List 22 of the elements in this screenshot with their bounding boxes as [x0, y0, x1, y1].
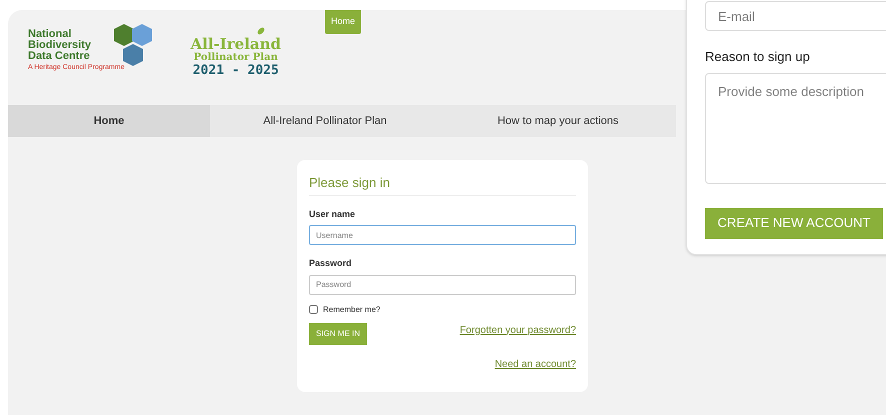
forgot-password-link[interactable]: Forgotten your password? — [460, 322, 576, 338]
logo-subtitle: Pollinator Plan — [194, 52, 278, 64]
need-account-link[interactable]: Need an account? — [494, 356, 576, 372]
checkbox-label: Remember me? — [323, 304, 380, 316]
logo-title: All-Ireland — [190, 36, 282, 52]
username-input[interactable]: Username — [309, 225, 576, 245]
create-account-button[interactable]: CREATE NEW ACCOUNT — [705, 208, 883, 238]
remember-checkbox[interactable] — [309, 305, 318, 314]
email-input[interactable]: E-mail — [705, 1, 886, 31]
field-label: User name — [309, 208, 356, 220]
signin-title: Please sign in — [309, 173, 576, 196]
logo-years: 2021 - 2025 — [192, 64, 279, 78]
logo-text: Biodiversity — [28, 40, 92, 51]
nav-tab[interactable]: Home — [8, 105, 210, 137]
field-label: Reason to sign up — [705, 48, 811, 66]
logo-text: Data Centre — [28, 50, 90, 62]
home-badge[interactable]: Home — [325, 10, 362, 34]
sign-in-button[interactable]: SIGN ME IN — [309, 322, 368, 344]
field-label: Password — [309, 257, 353, 270]
logo-text: National — [28, 28, 72, 40]
reason-textarea[interactable]: Provide some description — [705, 72, 886, 184]
password-input[interactable]: Password — [309, 274, 576, 294]
